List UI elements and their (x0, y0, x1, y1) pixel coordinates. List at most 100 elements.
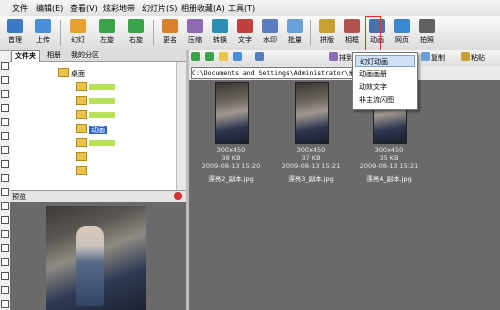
checkbox[interactable] (1, 272, 9, 280)
left-panel: 文件夹 相册 我的分区 桌面 动画 预览 (10, 50, 187, 310)
webpage-icon (394, 19, 410, 33)
toolbar-divider (310, 20, 311, 46)
checkbox[interactable] (1, 76, 9, 84)
tree-node[interactable] (76, 82, 115, 92)
rotate-left-icon (99, 19, 115, 33)
thumbnail-image (215, 82, 249, 144)
compress-icon (187, 19, 203, 33)
forward-button[interactable] (205, 52, 215, 64)
thumbnail-item[interactable]: 300x450 37 KB 2009-08-13 15:21 漂亮3_副本.jp… (281, 82, 341, 183)
menu-item-animated-album[interactable]: 动画画册 (355, 68, 415, 80)
toolbar-camera-button[interactable]: 拍照 (413, 17, 441, 49)
main-toolbar: 首理 上传 幻灯 左旋 右旋 更名 压缩 转换 文字 水印 批量 拼版 相框 动… (0, 16, 500, 51)
image-dimensions: 300x450 (374, 146, 404, 154)
toolbar-layout-button[interactable]: 拼版 (313, 17, 341, 49)
redacted-label (89, 140, 115, 146)
tree-node[interactable] (76, 152, 89, 162)
image-dimensions: 300x450 (296, 146, 326, 154)
menu-bar: 文件 编辑(E) 查看(V) 炫彩地带 幻灯片(S) 相册收藏(A) 工具(T) (10, 0, 500, 17)
watermark-icon (262, 19, 278, 33)
menu-edit[interactable]: 编辑(E) (36, 3, 63, 14)
menu-slideshow[interactable]: 幻灯片(S) (142, 3, 177, 14)
toolbar-rotate-left-button[interactable]: 左旋 (93, 17, 121, 49)
folder-icon (76, 152, 87, 161)
folder-icon (58, 68, 69, 77)
checkbox[interactable] (1, 174, 9, 182)
toolbar-rotate-right-button[interactable]: 右旋 (122, 17, 150, 49)
menu-item-animated-text[interactable]: 动效文字 (355, 81, 415, 93)
tab-my-partitions[interactable]: 我的分区 (68, 50, 102, 61)
toolbar-slideshow-button[interactable]: 幻灯 (64, 17, 92, 49)
toolbar-upload-button[interactable]: 上传 (29, 17, 57, 49)
preview-toggle-icon[interactable] (174, 192, 182, 200)
menu-album[interactable]: 相册收藏(A) (181, 3, 225, 14)
folder-icon (76, 166, 87, 175)
folder-icon (76, 82, 87, 91)
folder-icon (76, 110, 87, 119)
toolbar-convert-button[interactable]: 转换 (206, 17, 234, 49)
checkbox[interactable] (1, 132, 9, 140)
toolbar-webpage-button[interactable]: 网页 (388, 17, 416, 49)
checkbox[interactable] (1, 104, 9, 112)
folder-tree: 桌面 动画 (10, 62, 176, 190)
checkbox[interactable] (1, 202, 9, 210)
back-button[interactable] (191, 52, 201, 64)
copy-icon (421, 52, 430, 61)
file-size: 37 KB (301, 154, 321, 162)
checkbox[interactable] (1, 244, 9, 252)
checkbox[interactable] (1, 188, 9, 196)
toolbar-compress-button[interactable]: 压缩 (181, 17, 209, 49)
tree-node[interactable] (76, 138, 115, 148)
menu-tools[interactable]: 工具(T) (228, 3, 255, 14)
text-icon (237, 19, 253, 33)
checkbox[interactable] (1, 230, 9, 238)
checkbox[interactable] (1, 160, 9, 168)
tree-node[interactable] (76, 96, 115, 106)
redacted-label (89, 84, 115, 90)
tab-albums[interactable]: 相册 (44, 50, 64, 61)
preview-label: 预览 (12, 193, 26, 201)
tree-node[interactable] (76, 166, 89, 176)
rotate-right-icon (128, 19, 144, 33)
checkbox[interactable] (1, 62, 9, 70)
toolbar-batch-button[interactable]: 批量 (281, 17, 309, 49)
tree-node[interactable] (76, 110, 115, 120)
menu-item-flash-image[interactable]: 非主流闪图 (355, 94, 415, 106)
up-button[interactable] (219, 52, 229, 64)
toolbar-frame-button[interactable]: 相框 (338, 17, 366, 49)
toolbar-browse-button[interactable]: 首理 (1, 17, 29, 49)
folder-icon (76, 96, 87, 105)
checkbox[interactable] (1, 216, 9, 224)
checkbox[interactable] (1, 90, 9, 98)
copy-button[interactable]: 复制 (421, 52, 445, 64)
checkbox[interactable] (1, 258, 9, 266)
paste-button[interactable]: 粘贴 (461, 52, 485, 64)
view-mode-button[interactable] (255, 52, 265, 64)
file-name: 漂亮4_副本.jpg (366, 175, 412, 183)
rename-icon (162, 19, 178, 33)
checkbox[interactable] (1, 300, 9, 308)
menu-colorzone[interactable]: 炫彩地带 (103, 3, 135, 14)
toolbar-watermark-button[interactable]: 水印 (256, 17, 284, 49)
refresh-button[interactable] (233, 52, 243, 64)
menu-file[interactable]: 文件 (12, 3, 28, 14)
tab-folders[interactable]: 文件夹 (11, 50, 40, 62)
left-tabs: 文件夹 相册 我的分区 (10, 50, 186, 62)
photo-person (76, 226, 104, 306)
animation-dropdown-menu: 幻灯动画 动画画册 动效文字 非主流闪图 (352, 52, 418, 110)
toolbar-rename-button[interactable]: 更名 (156, 17, 184, 49)
checkbox[interactable] (1, 286, 9, 294)
menu-item-slide-animation[interactable]: 幻灯动画 (355, 55, 415, 67)
preview-photo (46, 206, 146, 310)
sort-button[interactable]: 排到 (329, 52, 353, 64)
thumbnail-item[interactable]: 300x450 38 KB 2009-08-13 15:20 漂亮2_副本.jp… (201, 82, 261, 183)
refresh-icon (233, 52, 242, 61)
tree-node-desktop[interactable]: 桌面 (58, 68, 85, 78)
checkbox[interactable] (1, 146, 9, 154)
address-field[interactable]: C:\Documents and Settings\Administrator\… (191, 67, 353, 79)
tree-node-animation[interactable]: 动画 (76, 124, 107, 134)
toolbar-text-button[interactable]: 文字 (231, 17, 259, 49)
folder-icon (76, 138, 87, 147)
menu-view[interactable]: 查看(V) (70, 3, 98, 14)
checkbox[interactable] (1, 118, 9, 126)
